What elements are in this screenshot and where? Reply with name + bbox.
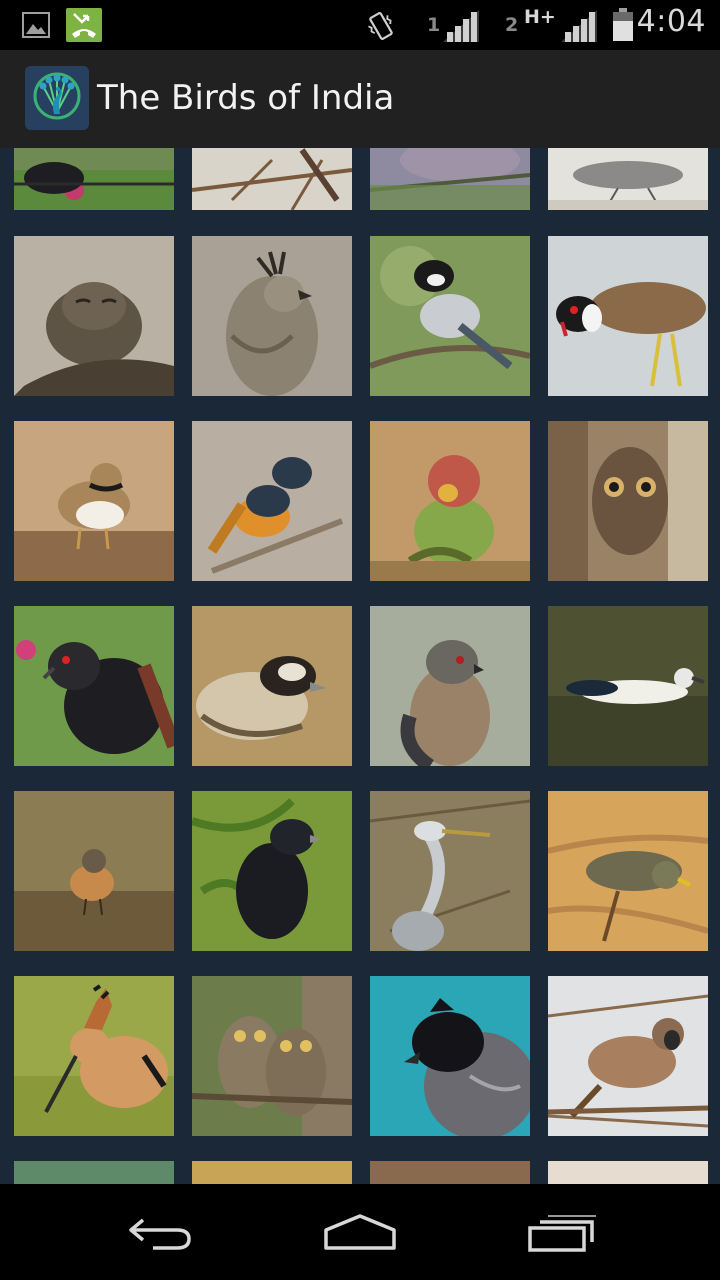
shikra-photo xyxy=(370,606,530,766)
bird-tile[interactable] xyxy=(548,791,708,951)
bird-tile[interactable] xyxy=(548,1161,708,1184)
house-sparrow-photo xyxy=(548,976,708,1136)
bird-tile[interactable] xyxy=(14,1161,174,1184)
red-vented-bulbul-photo xyxy=(370,976,530,1136)
battery-icon xyxy=(612,8,634,46)
dove-photo xyxy=(370,148,530,210)
back-button[interactable] xyxy=(110,1206,210,1258)
bird-tile[interactable] xyxy=(192,1161,352,1184)
bird-tile[interactable] xyxy=(14,148,174,210)
grey-heron-photo xyxy=(370,791,530,951)
bird-tile[interactable] xyxy=(548,148,708,210)
drongo-photo xyxy=(192,791,352,951)
sparrow-lark-photo xyxy=(192,606,352,766)
little-ringed-plover-photo xyxy=(14,421,174,581)
plum-headed-parakeet-photo xyxy=(370,421,530,581)
navigation-bar xyxy=(0,1184,720,1280)
bird-tile[interactable] xyxy=(192,148,352,210)
bird-tile[interactable] xyxy=(370,236,530,396)
bird-tile[interactable] xyxy=(14,976,174,1136)
sim1-label: 1 xyxy=(427,14,441,36)
bird-tile[interactable] xyxy=(14,606,174,766)
app-title: The Birds of India xyxy=(97,78,395,118)
spotted-owlets-photo xyxy=(192,976,352,1136)
partial-photo-3 xyxy=(370,1161,530,1184)
wheatear-photo xyxy=(14,791,174,951)
bird-on-branch-photo xyxy=(192,148,352,210)
signal-icon xyxy=(443,10,481,46)
bird-tile[interactable] xyxy=(370,791,530,951)
nightjar-photo xyxy=(14,236,174,396)
bird-tile[interactable] xyxy=(370,1161,530,1184)
grey-bird-photo xyxy=(548,148,708,210)
home-button[interactable] xyxy=(310,1206,410,1258)
bird-tile[interactable] xyxy=(192,791,352,951)
bird-tile[interactable] xyxy=(370,421,530,581)
bird-tile[interactable] xyxy=(548,236,708,396)
bird-tile[interactable] xyxy=(192,421,352,581)
crested-hawk-eagle-photo xyxy=(192,236,352,396)
recent-apps-icon xyxy=(528,1215,596,1252)
vibrate-icon xyxy=(366,9,396,47)
bird-tile[interactable] xyxy=(192,606,352,766)
great-tit-photo xyxy=(370,236,530,396)
warbler-photo xyxy=(548,791,708,951)
network-type-label: H+ xyxy=(524,6,556,28)
coucal-photo xyxy=(14,606,174,766)
bird-tile[interactable] xyxy=(370,148,530,210)
sim2-label: 2 xyxy=(505,14,519,36)
red-wattled-lapwing-photo xyxy=(548,236,708,396)
signal-icon xyxy=(561,10,599,46)
bird-tile[interactable] xyxy=(14,236,174,396)
peacock-logo-icon[interactable] xyxy=(25,66,89,130)
bird-tile[interactable] xyxy=(370,976,530,1136)
hoopoe-photo xyxy=(14,976,174,1136)
clock: 4:04 xyxy=(636,4,706,39)
bird-tile[interactable] xyxy=(548,976,708,1136)
partial-photo-4 xyxy=(548,1161,708,1184)
bird-tile[interactable] xyxy=(548,606,708,766)
picture-icon xyxy=(22,12,50,42)
bird-tile[interactable] xyxy=(370,606,530,766)
partial-photo-2 xyxy=(192,1161,352,1184)
home-icon xyxy=(324,1214,396,1250)
action-bar: The Birds of India xyxy=(0,50,720,148)
partial-photo-1 xyxy=(14,1161,174,1184)
back-icon xyxy=(129,1218,191,1250)
bird-tile[interactable] xyxy=(14,791,174,951)
bird-grid xyxy=(0,148,720,1184)
bird-tile[interactable] xyxy=(548,421,708,581)
bird-tile[interactable] xyxy=(14,421,174,581)
comb-duck-photo xyxy=(548,606,708,766)
bird-tile[interactable] xyxy=(192,236,352,396)
bird-on-wire-photo xyxy=(14,148,174,210)
status-bar: 1 2 H+ 4:04 xyxy=(0,0,720,50)
redstart-photo xyxy=(192,421,352,581)
owlet-photo xyxy=(548,421,708,581)
recent-apps-button[interactable] xyxy=(512,1206,612,1258)
bird-tile[interactable] xyxy=(192,976,352,1136)
missed-call-icon xyxy=(66,8,102,46)
